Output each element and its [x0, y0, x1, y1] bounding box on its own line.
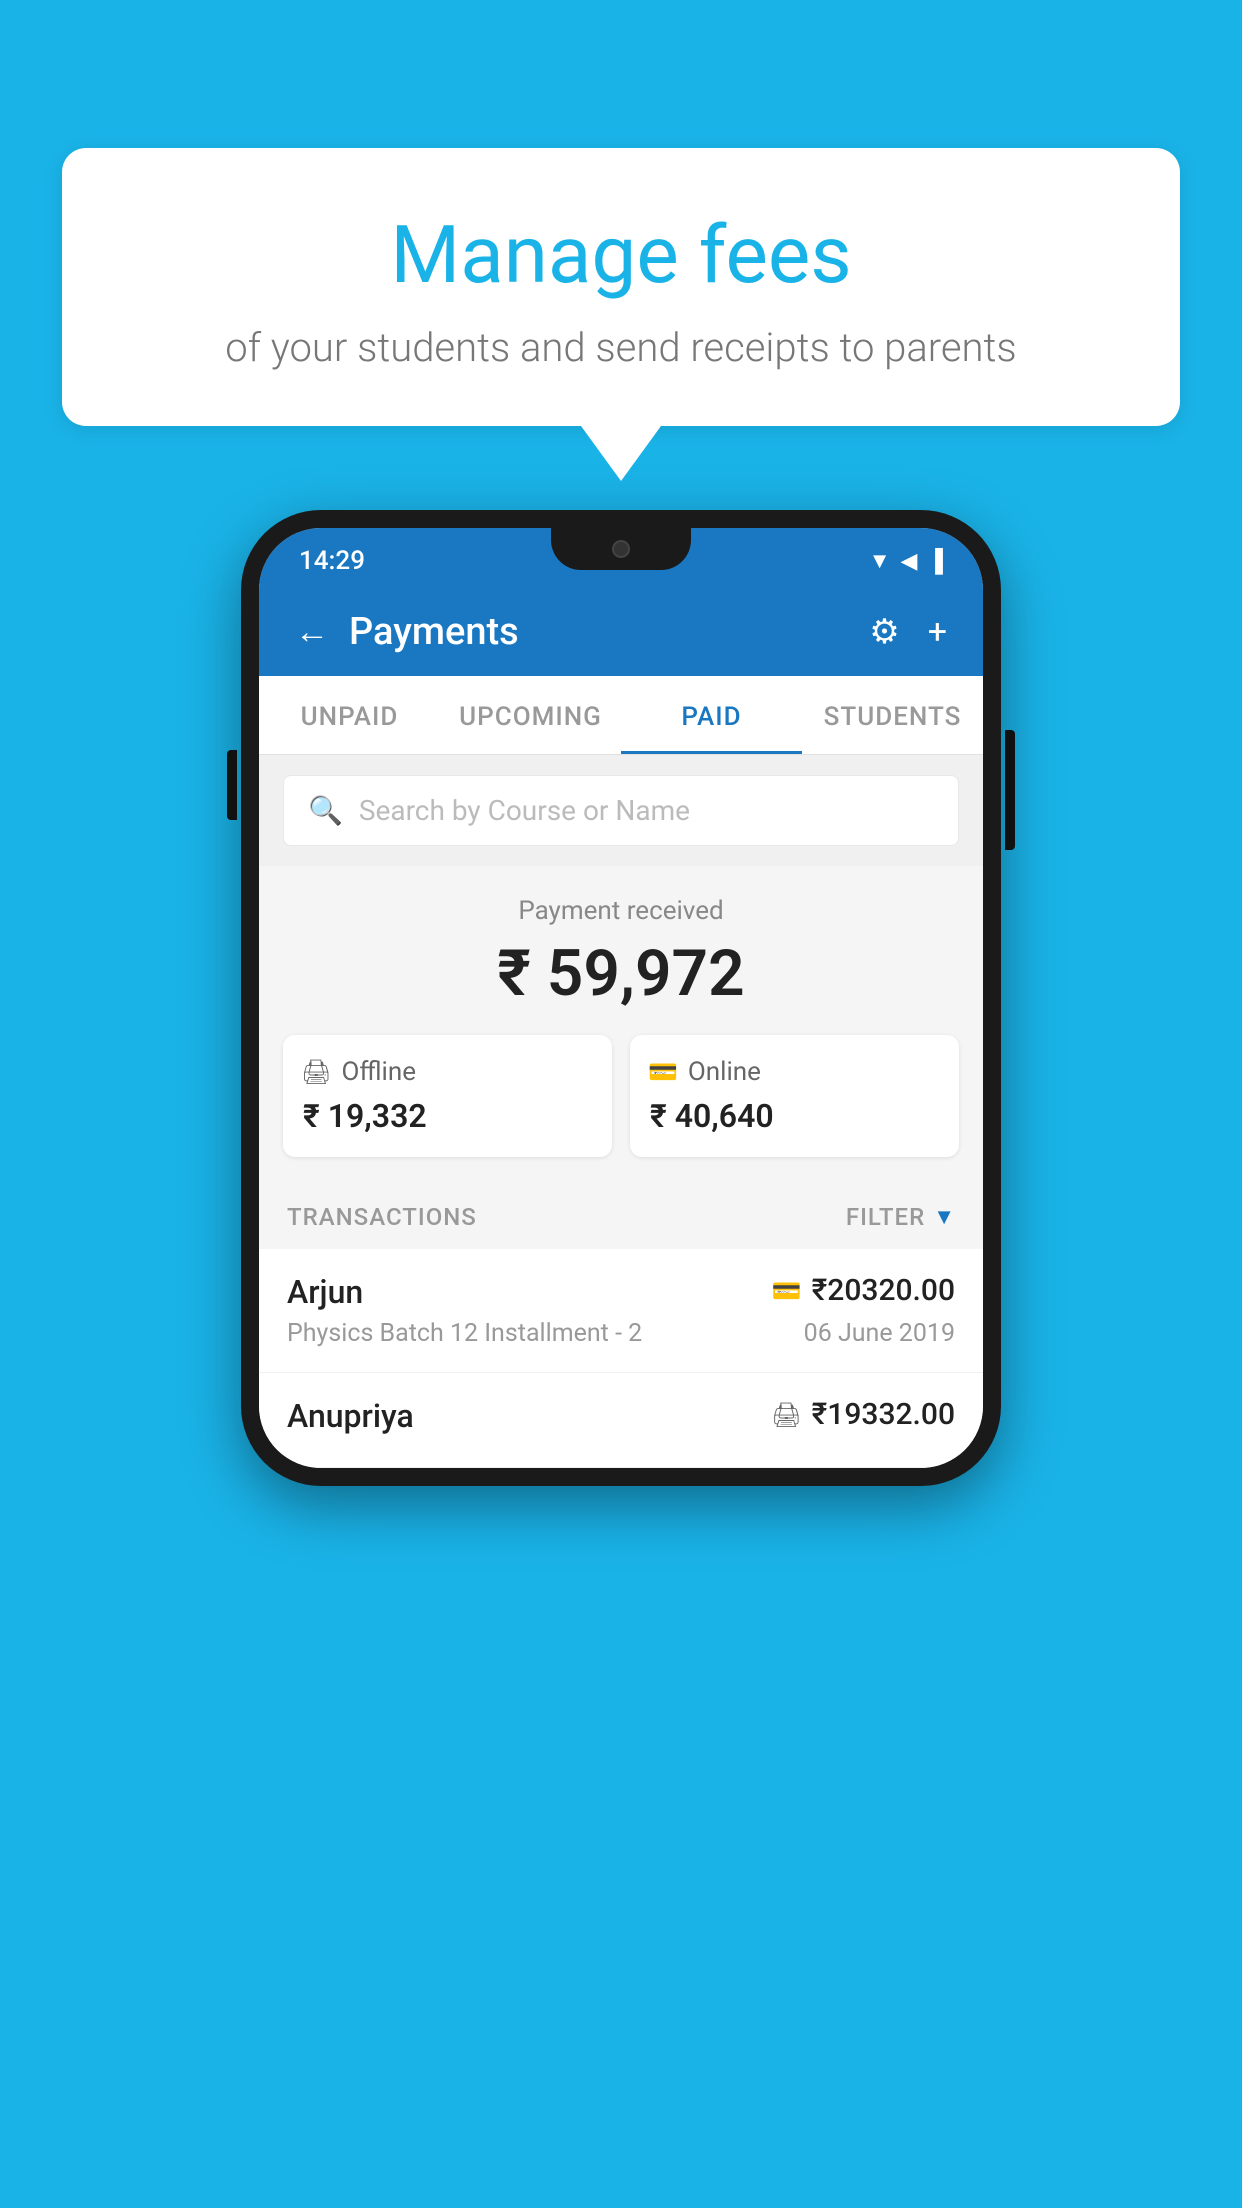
signal-icon: ◀ — [900, 549, 917, 574]
transaction-amount-wrap-anupriya: 🖨 ₹19332.00 — [771, 1397, 955, 1432]
gear-icon[interactable]: ⚙ — [869, 612, 899, 652]
speech-bubble-arrow — [581, 426, 661, 481]
tabs-container: UNPAID UPCOMING PAID STUDENTS — [259, 676, 983, 755]
transactions-list: Arjun 💳 ₹20320.00 Physics Batch 12 Insta… — [259, 1249, 983, 1468]
phone-screen: 14:29 ▼ ◀ ▐ ← Payments ⚙ + — [259, 528, 983, 1468]
speech-bubble-title: Manage fees — [112, 208, 1130, 302]
transaction-sub-arjun: Physics Batch 12 Installment - 2 06 June… — [287, 1319, 955, 1348]
transaction-course-arjun: Physics Batch 12 Installment - 2 — [287, 1319, 642, 1348]
offline-payment-icon: 🖨 — [771, 1401, 801, 1429]
offline-icon: 🖨 — [301, 1058, 331, 1086]
speech-bubble-container: Manage fees of your students and send re… — [62, 148, 1180, 481]
header-title: Payments — [349, 610, 519, 654]
notch-camera — [612, 540, 630, 558]
payment-summary: Payment received ₹ 59,972 🖨 Offline ₹ 19… — [259, 866, 983, 1181]
transaction-amount-wrap-arjun: 💳 ₹20320.00 — [772, 1273, 955, 1308]
phone-frame: 14:29 ▼ ◀ ▐ ← Payments ⚙ + — [241, 510, 1001, 1486]
speech-bubble: Manage fees of your students and send re… — [62, 148, 1180, 426]
tab-unpaid[interactable]: UNPAID — [259, 676, 440, 754]
online-card: 💳 Online ₹ 40,640 — [630, 1035, 959, 1157]
search-placeholder: Search by Course or Name — [359, 794, 690, 827]
online-payment-icon: 💳 — [772, 1277, 802, 1305]
status-icons: ▼ ◀ ▐ — [869, 548, 943, 574]
online-label: Online — [688, 1057, 761, 1087]
payment-received-label: Payment received — [283, 896, 959, 926]
phone-container: 14:29 ▼ ◀ ▐ ← Payments ⚙ + — [241, 510, 1001, 1486]
payment-cards: 🖨 Offline ₹ 19,332 💳 Online ₹ 40,640 — [283, 1035, 959, 1157]
filter-container[interactable]: FILTER ▼ — [846, 1203, 955, 1231]
search-bar[interactable]: 🔍 Search by Course or Name — [283, 775, 959, 846]
transaction-amount-anupriya: ₹19332.00 — [812, 1397, 955, 1432]
transaction-date-arjun: 06 June 2019 — [804, 1319, 955, 1348]
online-icon: 💳 — [648, 1058, 678, 1086]
offline-label: Offline — [341, 1057, 416, 1087]
payment-total-amount: ₹ 59,972 — [283, 936, 959, 1011]
search-icon: 🔍 — [308, 794, 343, 827]
filter-label: FILTER — [846, 1203, 925, 1231]
back-button[interactable]: ← — [295, 612, 329, 652]
notch — [551, 528, 691, 570]
plus-icon[interactable]: + — [928, 612, 947, 652]
online-amount: ₹ 40,640 — [650, 1097, 941, 1135]
offline-amount: ₹ 19,332 — [303, 1097, 594, 1135]
tab-upcoming[interactable]: UPCOMING — [440, 676, 621, 754]
transaction-name-arjun: Arjun — [287, 1273, 363, 1311]
header-right: ⚙ + — [869, 612, 947, 652]
app-header: ← Payments ⚙ + — [259, 588, 983, 676]
tab-paid[interactable]: PAID — [621, 676, 802, 754]
filter-icon: ▼ — [933, 1204, 955, 1230]
status-time: 14:29 — [299, 546, 365, 576]
transaction-main-anupriya: Anupriya 🖨 ₹19332.00 — [287, 1397, 955, 1435]
table-row[interactable]: Arjun 💳 ₹20320.00 Physics Batch 12 Insta… — [259, 1249, 983, 1373]
battery-icon: ▐ — [927, 548, 943, 574]
transaction-main-arjun: Arjun 💳 ₹20320.00 — [287, 1273, 955, 1311]
transaction-amount-arjun: ₹20320.00 — [812, 1273, 955, 1308]
tab-students[interactable]: STUDENTS — [802, 676, 983, 754]
header-left: ← Payments — [295, 610, 519, 654]
table-row[interactable]: Anupriya 🖨 ₹19332.00 — [259, 1373, 983, 1468]
transactions-header: TRANSACTIONS FILTER ▼ — [259, 1181, 983, 1249]
transactions-label: TRANSACTIONS — [287, 1203, 477, 1231]
status-bar: 14:29 ▼ ◀ ▐ — [259, 528, 983, 588]
offline-card: 🖨 Offline ₹ 19,332 — [283, 1035, 612, 1157]
offline-card-header: 🖨 Offline — [301, 1057, 594, 1087]
transaction-name-anupriya: Anupriya — [287, 1397, 414, 1435]
online-card-header: 💳 Online — [648, 1057, 941, 1087]
speech-bubble-subtitle: of your students and send receipts to pa… — [112, 324, 1130, 371]
wifi-icon: ▼ — [869, 548, 891, 574]
